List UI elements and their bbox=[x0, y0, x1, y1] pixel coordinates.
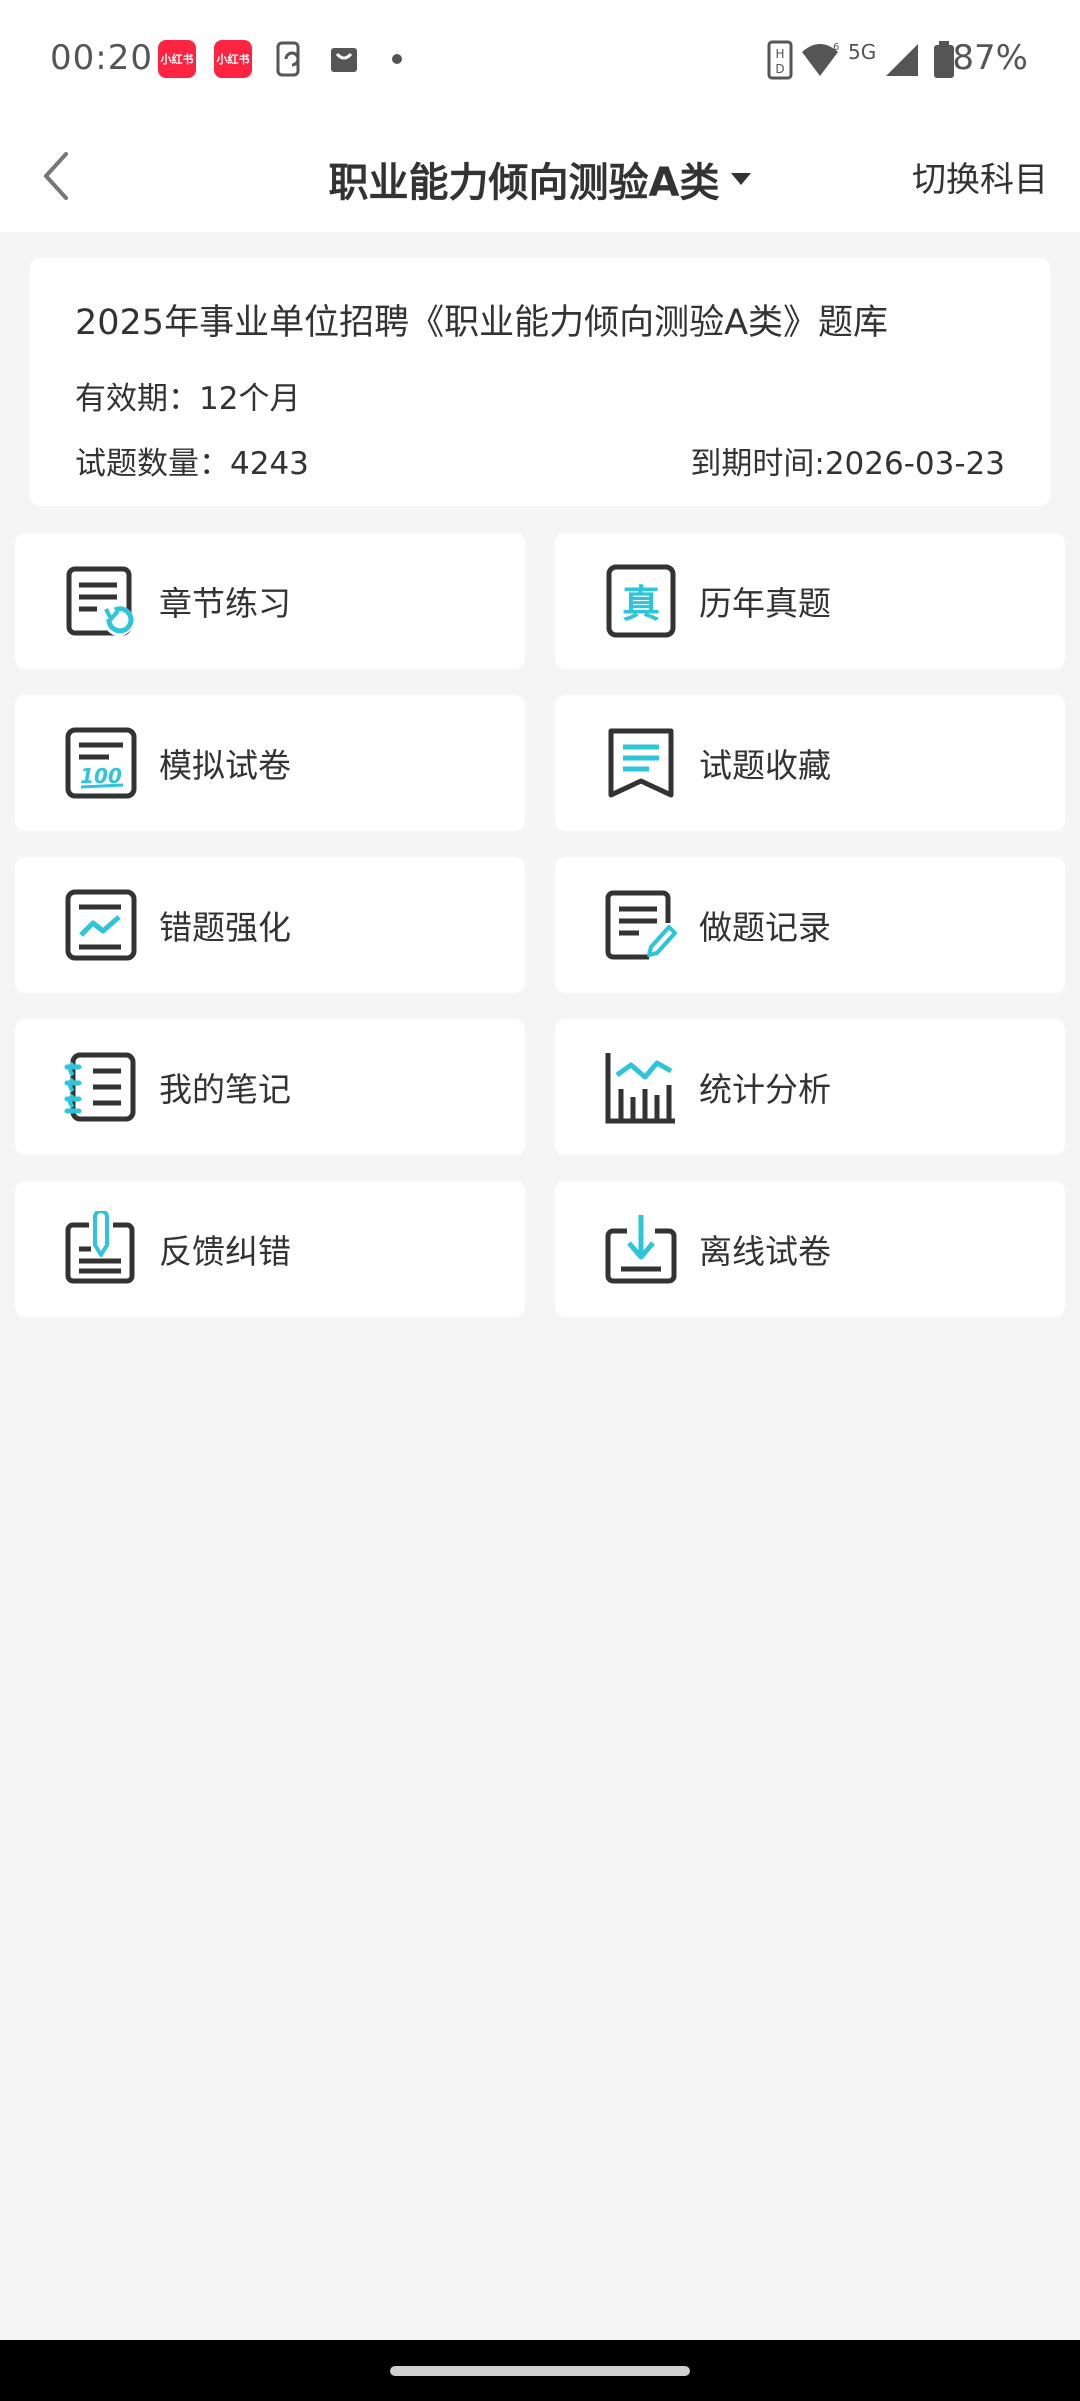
system-navigation-bar bbox=[0, 2340, 1080, 2401]
menu-label: 错题强化 bbox=[159, 908, 291, 947]
chapter-practice-icon bbox=[66, 566, 134, 636]
menu-statistics[interactable]: 统计分析 bbox=[555, 1019, 1065, 1155]
svg-text:H: H bbox=[775, 47, 784, 61]
xiaohongshu-notification-icon: 小红书 bbox=[214, 40, 252, 78]
menu-label: 章节练习 bbox=[159, 584, 291, 623]
past-papers-icon: 真 bbox=[606, 564, 676, 638]
practice-record-icon bbox=[605, 890, 677, 960]
validity-period: 有效期：12个月 bbox=[75, 381, 301, 417]
app-header: 职业能力倾向测验A类 切换科目 bbox=[0, 120, 1080, 232]
menu-offline-papers[interactable]: 离线试卷 bbox=[555, 1181, 1065, 1317]
wrong-questions-icon bbox=[65, 889, 137, 961]
menu-label: 统计分析 bbox=[699, 1070, 831, 1109]
question-bank-title: 2025年事业单位招聘《职业能力倾向测验A类》题库 bbox=[75, 303, 889, 343]
svg-text:6: 6 bbox=[833, 42, 839, 53]
menu-label: 模拟试卷 bbox=[159, 746, 291, 785]
dropdown-caret-icon bbox=[731, 173, 752, 185]
menu-notes[interactable]: 我的笔记 bbox=[15, 1019, 525, 1155]
xiaohongshu-notification-icon: 小红书 bbox=[158, 40, 196, 78]
menu-feedback[interactable]: 反馈纠错 bbox=[15, 1181, 525, 1317]
hd-icon: H D bbox=[767, 40, 793, 80]
svg-text:真: 真 bbox=[622, 582, 660, 626]
menu-label: 反馈纠错 bbox=[159, 1232, 291, 1271]
wifi-icon: 6 bbox=[802, 42, 839, 76]
subject-title-text: 职业能力倾向测验A类 bbox=[328, 160, 720, 206]
status-bar: 00:20 小红书 小红书 H D 6 5G 87% bbox=[0, 0, 1080, 120]
phone-sync-icon bbox=[276, 41, 300, 77]
more-notifications-dot-icon bbox=[392, 54, 402, 64]
question-bank-info-card: 2025年事业单位招聘《职业能力倾向测验A类》题库 有效期：12个月 试题数量：… bbox=[30, 258, 1050, 506]
cellular-signal-icon bbox=[886, 44, 918, 76]
feedback-icon bbox=[65, 1211, 135, 1284]
menu-label: 我的笔记 bbox=[159, 1070, 291, 1109]
menu-label: 做题记录 bbox=[699, 908, 831, 947]
subject-dropdown[interactable]: 职业能力倾向测验A类 bbox=[329, 150, 752, 208]
menu-mock-exam[interactable]: 100 模拟试卷 bbox=[15, 695, 525, 831]
back-arrow-icon[interactable] bbox=[36, 148, 86, 204]
switch-subject-button[interactable]: 切换科目 bbox=[912, 152, 1048, 201]
mail-bag-icon bbox=[331, 48, 357, 72]
mock-exam-icon: 100 bbox=[65, 727, 137, 799]
menu-label: 离线试卷 bbox=[699, 1232, 831, 1271]
feature-menu-grid: 章节练习 真 历年真题 100 模拟试卷 试题收藏 错题强化 做题记录 我的笔记… bbox=[15, 533, 1065, 1317]
expire-time: 到期时间:2026-03-23 bbox=[690, 446, 1005, 482]
menu-practice-record[interactable]: 做题记录 bbox=[555, 857, 1065, 993]
menu-wrong-questions[interactable]: 错题强化 bbox=[15, 857, 525, 993]
home-gesture-handle[interactable] bbox=[390, 2366, 690, 2376]
battery-percentage: 87% bbox=[952, 38, 1028, 78]
menu-past-papers[interactable]: 真 历年真题 bbox=[555, 533, 1065, 669]
question-count: 试题数量：4243 bbox=[75, 446, 309, 482]
offline-download-icon bbox=[605, 1215, 677, 1284]
svg-text:D: D bbox=[775, 62, 784, 76]
menu-chapter-practice[interactable]: 章节练习 bbox=[15, 533, 525, 669]
network-type-label: 5G bbox=[848, 40, 877, 64]
status-time: 00:20 bbox=[50, 38, 153, 78]
menu-label: 试题收藏 bbox=[699, 746, 831, 785]
menu-label: 历年真题 bbox=[699, 584, 831, 623]
statistics-icon bbox=[605, 1053, 675, 1124]
menu-favorites[interactable]: 试题收藏 bbox=[555, 695, 1065, 831]
notes-icon bbox=[64, 1052, 136, 1122]
favorites-icon bbox=[608, 728, 674, 798]
